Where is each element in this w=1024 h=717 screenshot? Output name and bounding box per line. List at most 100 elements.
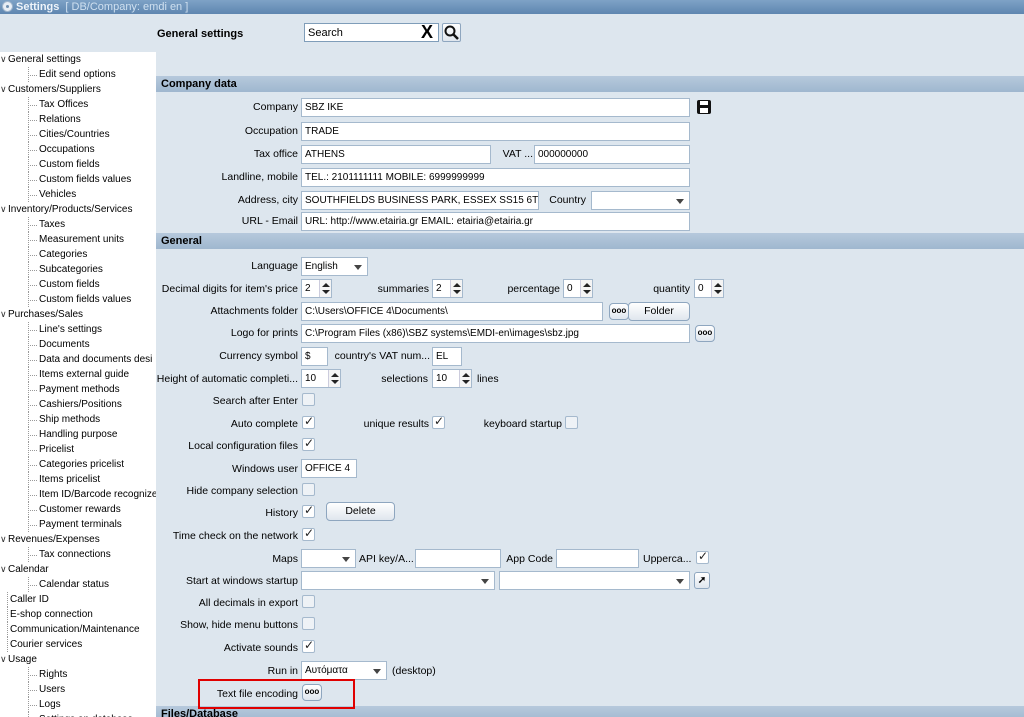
stepper-arrows-icon[interactable] <box>459 370 471 387</box>
sidebar-item[interactable]: Items external guide <box>0 367 156 382</box>
stepper-arrows-icon[interactable] <box>580 280 592 297</box>
sidebar-item[interactable]: Items pricelist <box>0 472 156 487</box>
sidebar-item[interactable]: ∨ Customers/Suppliers <box>0 82 156 97</box>
percentage-stepper[interactable]: 0 <box>563 279 593 298</box>
app-code-field[interactable] <box>556 549 639 568</box>
sidebar-item[interactable]: Taxes <box>0 217 156 232</box>
clear-search-icon[interactable]: X <box>418 22 436 42</box>
search-after-enter-checkbox[interactable] <box>302 393 315 406</box>
hide-company-checkbox[interactable] <box>302 483 315 496</box>
sidebar-item[interactable]: ∨ Inventory/Products/Services <box>0 202 156 217</box>
stepper-arrows-icon[interactable] <box>328 370 340 387</box>
stepper-arrows-icon[interactable] <box>450 280 462 297</box>
stepper-arrows-icon[interactable] <box>319 280 331 297</box>
sidebar-item[interactable]: Customer rewards <box>0 502 156 517</box>
sidebar-item[interactable]: Ship methods <box>0 412 156 427</box>
maps-dropdown[interactable] <box>301 549 356 568</box>
company-field[interactable]: SBZ IKE <box>301 98 690 117</box>
sidebar-item[interactable]: Measurement units <box>0 232 156 247</box>
sidebar-item[interactable]: Line's settings <box>0 322 156 337</box>
browse-logo-button[interactable]: ooo <box>695 325 715 342</box>
sidebar-item[interactable]: Pricelist <box>0 442 156 457</box>
quantity-stepper[interactable]: 0 <box>694 279 724 298</box>
sidebar-item[interactable]: Relations <box>0 112 156 127</box>
sidebar-item[interactable]: Tax Offices <box>0 97 156 112</box>
chevron-down-icon[interactable]: ∨ <box>0 52 7 67</box>
chevron-down-icon[interactable]: ∨ <box>0 652 7 667</box>
folder-button[interactable]: Folder <box>628 302 690 321</box>
decimal-digits-stepper[interactable]: 2 <box>301 279 332 298</box>
height-autocomplete-stepper[interactable]: 10 <box>301 369 341 388</box>
sidebar-item[interactable]: ∨ Purchases/Sales <box>0 307 156 322</box>
sidebar-item[interactable]: Settings on database <box>0 712 156 717</box>
run-in-dropdown[interactable]: Αυτόματα <box>301 661 387 680</box>
sidebar-item[interactable]: Data and documents desi <box>0 352 156 367</box>
country-dropdown[interactable] <box>591 191 690 210</box>
sidebar-item[interactable]: Categories pricelist <box>0 457 156 472</box>
sidebar-item[interactable]: Documents <box>0 337 156 352</box>
sidebar-item[interactable]: Tax connections <box>0 547 156 562</box>
sidebar-item[interactable]: Edit send options <box>0 67 156 82</box>
occupation-field[interactable]: TRADE <box>301 122 690 141</box>
time-check-checkbox[interactable] <box>302 526 315 541</box>
sidebar-item[interactable]: Payment terminals <box>0 517 156 532</box>
sidebar-item[interactable]: Logs <box>0 697 156 712</box>
sidebar-item[interactable]: Courier services <box>0 637 156 652</box>
sidebar-item[interactable]: Rights <box>0 667 156 682</box>
delete-history-button[interactable]: Delete <box>326 502 395 521</box>
currency-symbol-field[interactable]: $ <box>301 347 328 366</box>
sidebar-item[interactable]: Communication/Maintenance <box>0 622 156 637</box>
address-field[interactable]: SOUTHFIELDS BUSINESS PARK, ESSEX SS15 6T… <box>301 191 539 210</box>
search-button[interactable] <box>442 23 461 42</box>
sidebar-item[interactable]: Caller ID <box>0 592 156 607</box>
sidebar-item[interactable]: ∨ General settings <box>0 52 156 67</box>
start-windows-dropdown[interactable] <box>301 571 495 590</box>
logo-prints-field[interactable]: C:\Program Files (x86)\SBZ systems\EMDI-… <box>301 324 690 343</box>
auto-complete-checkbox[interactable] <box>302 414 315 429</box>
all-decimals-checkbox[interactable] <box>302 595 315 608</box>
local-config-checkbox[interactable] <box>302 436 315 451</box>
browse-attachments-button[interactable]: ooo <box>609 303 629 320</box>
sidebar-item[interactable]: Subcategories <box>0 262 156 277</box>
tax-office-field[interactable]: ATHENS <box>301 145 491 164</box>
vat-field[interactable]: 000000000 <box>534 145 690 164</box>
sidebar-item[interactable]: Custom fields <box>0 157 156 172</box>
stepper-arrows-icon[interactable] <box>711 280 723 297</box>
search-box[interactable]: X <box>304 22 439 42</box>
sidebar-item[interactable]: Vehicles <box>0 187 156 202</box>
start-windows-dropdown-2[interactable] <box>499 571 690 590</box>
api-key-field[interactable] <box>415 549 501 568</box>
save-icon[interactable] <box>697 100 711 114</box>
sidebar-item[interactable]: Calendar status <box>0 577 156 592</box>
summaries-stepper[interactable]: 2 <box>432 279 463 298</box>
keyboard-startup-checkbox[interactable] <box>565 416 578 429</box>
attachments-folder-field[interactable]: C:\Users\OFFICE 4\Documents\ <box>301 302 603 321</box>
sidebar-item[interactable]: Cities/Countries <box>0 127 156 142</box>
search-input[interactable] <box>305 24 415 41</box>
sidebar-item[interactable]: Custom fields <box>0 277 156 292</box>
url-email-field[interactable]: URL: http://www.etairia.gr EMAIL: etairi… <box>301 212 690 231</box>
selections-stepper[interactable]: 10 <box>432 369 472 388</box>
sidebar-item[interactable]: Custom fields values <box>0 292 156 307</box>
sidebar-item[interactable]: ∨ Calendar <box>0 562 156 577</box>
chevron-down-icon[interactable]: ∨ <box>0 202 7 217</box>
sidebar-item[interactable]: Custom fields values <box>0 172 156 187</box>
chevron-down-icon[interactable]: ∨ <box>0 307 7 322</box>
sidebar-item[interactable]: Cashiers/Positions <box>0 397 156 412</box>
language-dropdown[interactable]: English <box>301 257 368 276</box>
sidebar-item[interactable]: ∨ Revenues/Expenses <box>0 532 156 547</box>
chevron-down-icon[interactable]: ∨ <box>0 82 7 97</box>
sidebar-item[interactable]: ∨ Usage <box>0 652 156 667</box>
sidebar-item[interactable]: Payment methods <box>0 382 156 397</box>
windows-user-field[interactable]: OFFICE 4 <box>301 459 357 478</box>
unique-results-checkbox[interactable] <box>432 414 445 429</box>
activate-sounds-checkbox[interactable] <box>302 638 315 653</box>
landline-field[interactable]: TEL.: 2101111111 MOBILE: 6999999999 <box>301 168 690 187</box>
uppercase-checkbox[interactable] <box>696 549 709 564</box>
sidebar-item[interactable]: Occupations <box>0 142 156 157</box>
sidebar-item[interactable]: Categories <box>0 247 156 262</box>
vat-num-field[interactable]: EL <box>432 347 462 366</box>
history-checkbox[interactable] <box>302 503 315 518</box>
shortcut-arrow-icon[interactable]: ➚ <box>694 572 710 589</box>
sidebar-item[interactable]: Item ID/Barcode recognize <box>0 487 156 502</box>
